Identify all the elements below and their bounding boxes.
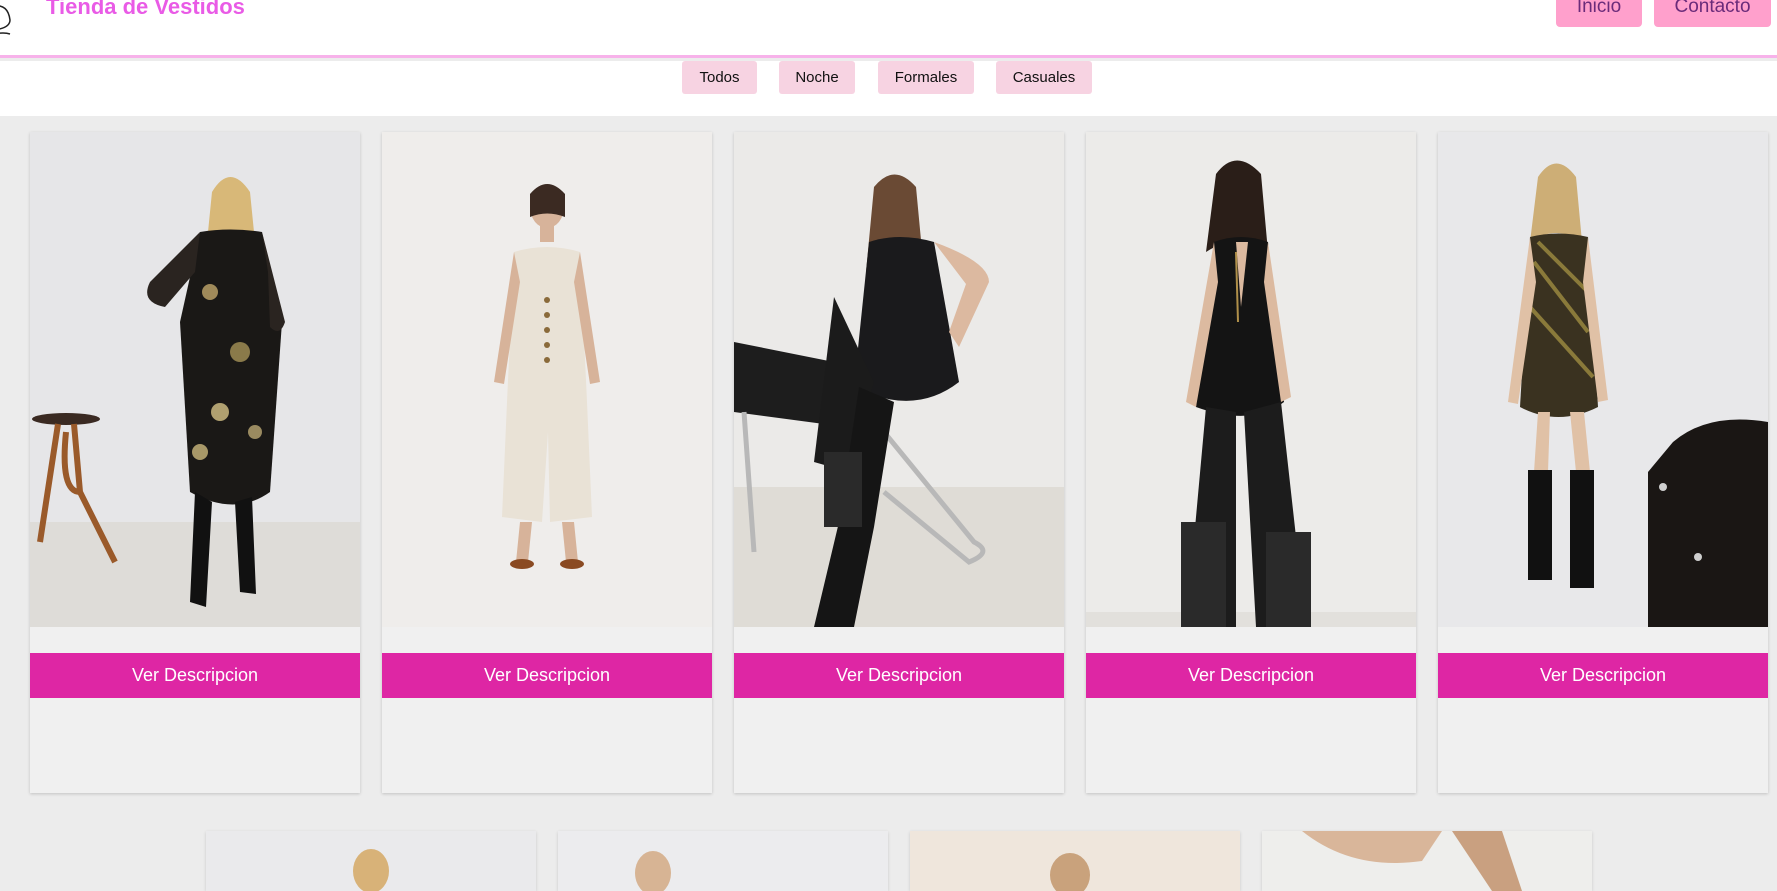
product-image[interactable] <box>382 132 712 627</box>
product-card: Ver Descripcion <box>382 132 712 793</box>
product-card-partial[interactable] <box>558 831 888 891</box>
product-card-partial[interactable] <box>910 831 1240 891</box>
site-header: Tienda de Vestidos Inicio Contacto <box>0 0 1777 58</box>
product-card: Ver Descripcion <box>734 132 1064 793</box>
brand-title[interactable]: Tienda de Vestidos <box>46 0 245 20</box>
nav-inicio-button[interactable]: Inicio <box>1556 0 1642 27</box>
filter-formales-button[interactable]: Formales <box>878 61 974 94</box>
filter-bar: Todos Noche Formales Casuales <box>0 61 1777 116</box>
product-card: Ver Descripcion <box>30 132 360 793</box>
ver-descripcion-button[interactable]: Ver Descripcion <box>382 653 712 698</box>
product-image[interactable] <box>734 132 1064 627</box>
product-image[interactable] <box>1086 132 1416 627</box>
nav-contacto-button[interactable]: Contacto <box>1654 0 1771 27</box>
filter-todos-button[interactable]: Todos <box>682 61 757 94</box>
ver-descripcion-button[interactable]: Ver Descripcion <box>1086 653 1416 698</box>
product-image[interactable] <box>30 132 360 627</box>
product-card-partial[interactable] <box>206 831 536 891</box>
filter-casuales-button[interactable]: Casuales <box>996 61 1092 94</box>
filter-noche-button[interactable]: Noche <box>779 61 855 94</box>
ver-descripcion-button[interactable]: Ver Descripcion <box>1438 653 1768 698</box>
product-image[interactable] <box>1438 132 1768 627</box>
dress-logo-icon <box>0 5 11 35</box>
ver-descripcion-button[interactable]: Ver Descripcion <box>30 653 360 698</box>
ver-descripcion-button[interactable]: Ver Descripcion <box>734 653 1064 698</box>
product-card-partial[interactable] <box>1262 831 1592 891</box>
product-card: Ver Descripcion <box>1086 132 1416 793</box>
product-card: Ver Descripcion <box>1438 132 1768 793</box>
